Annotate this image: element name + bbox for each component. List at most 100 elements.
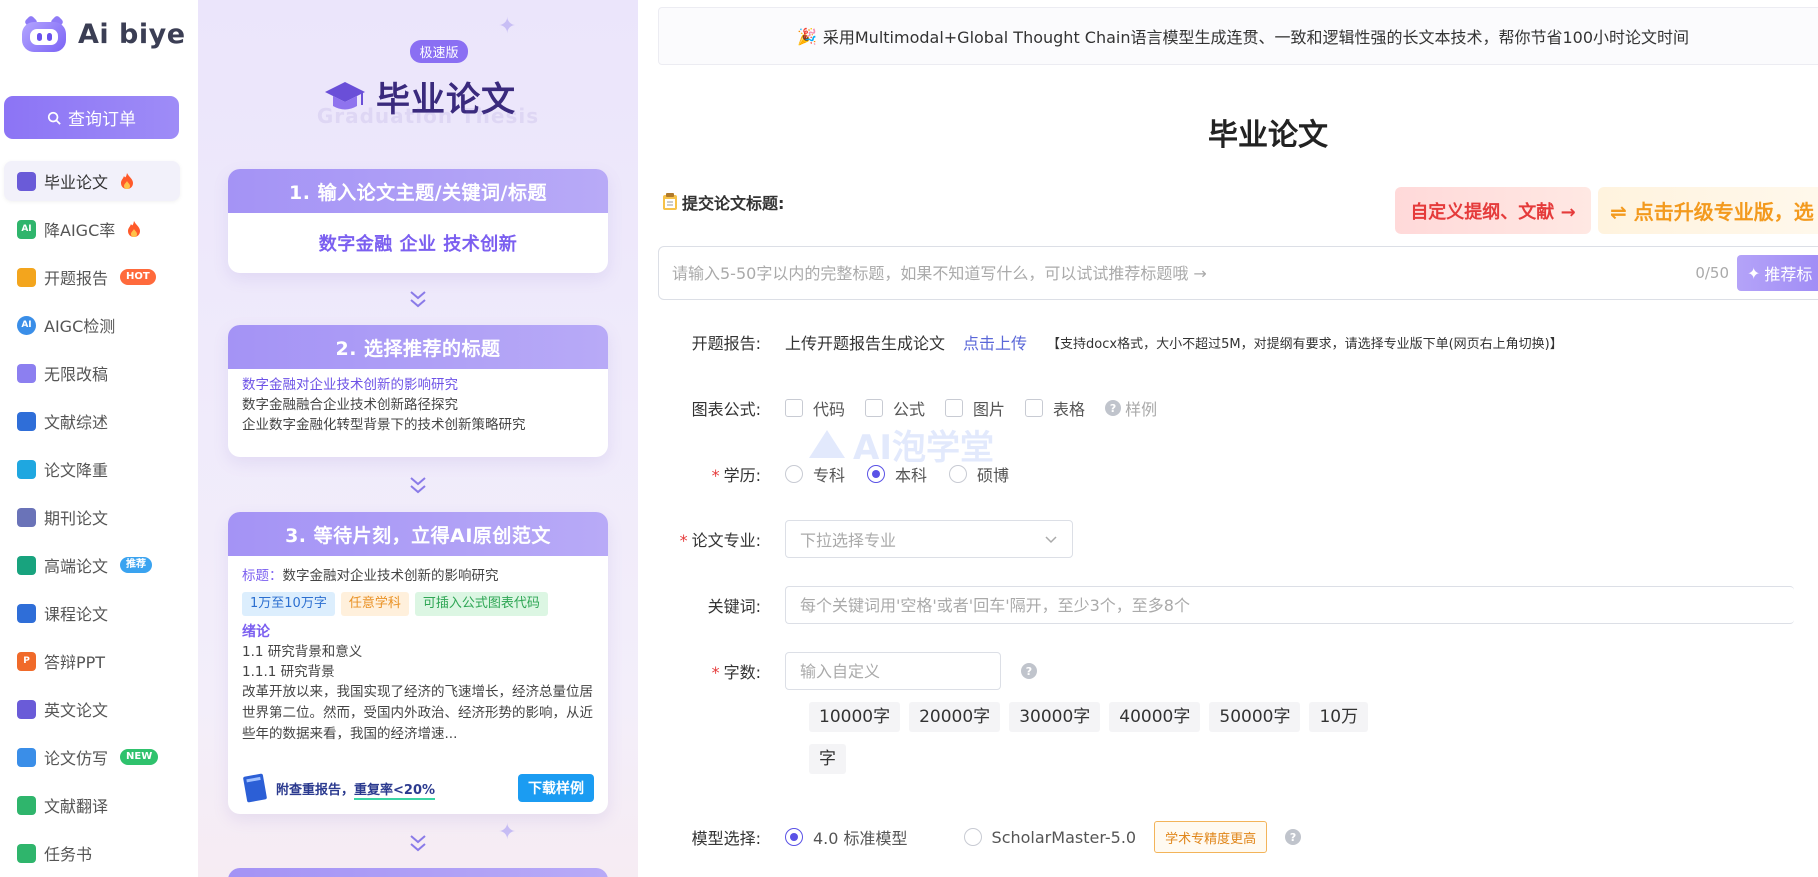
example-link[interactable]: ? 样例 <box>1105 396 1157 420</box>
graduation-cap-icon <box>17 699 36 719</box>
badge-new: NEW <box>120 749 159 765</box>
upgrade-pro-button[interactable]: ⇌ 点击升级专业版，选 <box>1598 187 1818 234</box>
sidebar-item-12[interactable]: 论文仿写 NEW <box>4 737 180 777</box>
sidebar-item-3[interactable]: AI AIGC检测 <box>4 305 180 345</box>
step-3-card: 3. 等待片刻，立得AI原创范文 标题：数字金融对企业技术创新的影响研究 1万至… <box>228 512 608 814</box>
checkbox-formula[interactable]: 公式 <box>865 396 925 420</box>
recommend-title-button[interactable]: ✦ 推荐标 <box>1737 255 1818 291</box>
sidebar-item-label: 论文仿写 <box>44 749 109 768</box>
sidebar-item-7[interactable]: 期刊论文 <box>4 497 180 537</box>
proposal-text: 上传开题报告生成论文 <box>785 334 946 353</box>
radio-bachelor[interactable]: 本科 <box>867 462 927 486</box>
banner-text: 采用Multimodal+Global Thought Chain语言模型生成连… <box>822 28 1690 47</box>
keywords-input[interactable] <box>800 595 1794 615</box>
radio-scholarmaster-model[interactable]: ScholarMaster-5.0 <box>963 828 1136 847</box>
sidebar-item-14[interactable]: 任务书 <box>4 833 180 873</box>
translate-icon <box>17 795 36 815</box>
question-icon[interactable]: ? <box>1021 663 1037 679</box>
word-count-option[interactable]: 10000字 <box>809 702 901 732</box>
word-count-input[interactable] <box>800 661 1000 681</box>
recommended-title: 数字金融对企业技术创新的影响研究 <box>242 377 458 393</box>
recommended-title: 数字金融融合企业技术创新路径探究 <box>242 397 458 413</box>
sidebar-item-13[interactable]: 文献翻译 <box>4 785 180 825</box>
report-icon <box>17 267 36 287</box>
step-3-heading: 3. 等待片刻，立得AI原创范文 <box>228 512 608 556</box>
sidebar-item-9[interactable]: 课程论文 <box>4 593 180 633</box>
sidebar-item-label: 答辩PPT <box>44 653 106 672</box>
brand-name: Ai biye <box>78 18 186 50</box>
radio-standard-model[interactable]: 4.0 标准模型 <box>785 825 908 849</box>
sample-footer: 附查重报告，重复率<20% 下载样例 <box>228 762 608 814</box>
sample-paragraph: 改革开放以来，我国实现了经济的飞速增长，经济总量位居世界第二位。然而，受国内外政… <box>242 684 593 742</box>
custom-outline-button[interactable]: 自定义提纲、文献 → <box>1395 187 1591 234</box>
sidebar-item-5[interactable]: 文献综述 <box>4 401 180 441</box>
question-icon: ? <box>1105 400 1122 416</box>
checkbox-image[interactable]: 图片 <box>945 396 1005 420</box>
word-count-option[interactable]: 20000字 <box>909 702 1001 732</box>
model-precision-tag: 学术专精度更高 <box>1154 821 1268 853</box>
sample-section: 绪论 <box>242 624 270 640</box>
word-count-label: * 字数: <box>711 663 761 682</box>
thesis-title-input[interactable] <box>672 263 1696 283</box>
sparkle-icon: ✦ <box>1747 263 1761 283</box>
title-char-counter: 0/50 <box>1695 264 1729 282</box>
speed-edition-tag: 极速版 <box>410 40 468 63</box>
figures-row: 图表公式: 代码 公式 图片 表格 ? 样例 <box>638 396 1157 420</box>
sidebar-item-10[interactable]: P 答辩PPT <box>4 641 180 681</box>
flame-icon <box>121 173 134 189</box>
thesis-form: 🎉 采用Multimodal+Global Thought Chain语言模型生… <box>638 0 1818 877</box>
sidebar-item-label: 论文降重 <box>44 461 109 480</box>
sidebar-item-11[interactable]: 英文论文 <box>4 689 180 729</box>
checkbox-code[interactable]: 代码 <box>785 396 845 420</box>
infinity-icon <box>17 363 36 383</box>
sidebar-item-label: 任务书 <box>44 845 93 864</box>
question-icon[interactable]: ? <box>1285 829 1302 845</box>
brand-logo[interactable]: Ai biye <box>18 14 186 54</box>
word-count-field <box>785 652 1001 690</box>
keywords-row: 关键词: <box>638 586 1794 624</box>
step-4-card <box>228 868 608 877</box>
sidebar-item-8[interactable]: 高端论文 推荐 <box>4 545 180 585</box>
major-row: * 论文专业: 下拉选择专业 <box>638 520 1073 558</box>
step-1-card: 1. 输入论文主题/关键词/标题 数字金融 企业 技术创新 <box>228 169 608 273</box>
sidebar-item-1[interactable]: AI 降AIGC率 <box>4 209 180 249</box>
sidebar-item-0[interactable]: 毕业论文 <box>4 161 180 201</box>
step-1-heading: 1. 输入论文主题/关键词/标题 <box>228 169 608 213</box>
keywords-label: 关键词: <box>707 597 761 616</box>
clipboard-icon <box>663 193 677 210</box>
major-select[interactable]: 下拉选择专业 <box>785 520 1073 558</box>
sidebar-item-2[interactable]: 开题报告 HOT <box>4 257 180 297</box>
upload-hint: 【支持docx格式，大小不超过5M，对提纲有要求，请选择专业版下单(网页右上角切… <box>1047 336 1563 352</box>
chevron-down-icon <box>1045 536 1057 544</box>
radio-junior-college[interactable]: 专科 <box>785 462 845 486</box>
sidebar-item-label: AIGC检测 <box>44 317 116 336</box>
sidebar-item-4[interactable]: 无限改稿 <box>4 353 180 393</box>
word-count-option[interactable]: 10万 <box>1309 702 1369 732</box>
recommended-title: 企业数字金融化转型背景下的技术创新策略研究 <box>242 417 526 433</box>
checkbox-table[interactable]: 表格 <box>1025 396 1085 420</box>
word-count-option[interactable]: 30000字 <box>1009 702 1101 732</box>
watermark-logo-icon <box>809 429 845 458</box>
sidebar-item-label: 开题报告 <box>44 269 109 288</box>
step-2-card: 2. 选择推荐的标题 数字金融对企业技术创新的影响研究 数字金融融合企业技术创新路… <box>228 325 608 457</box>
chip-insert-formula: 可插入公式图表代码 <box>414 592 548 616</box>
download-sample-button[interactable]: 下载样例 <box>518 774 594 802</box>
search-order-button[interactable]: 查询订单 <box>4 96 179 139</box>
radio-master-phd[interactable]: 硕博 <box>949 462 1009 486</box>
party-popper-icon: 🎉 <box>796 26 817 46</box>
sparkle-icon: ✦ <box>498 820 517 845</box>
report-book-icon <box>243 773 267 803</box>
word-count-option[interactable]: 40000字 <box>1109 702 1201 732</box>
upload-proposal-link[interactable]: 点击上传 <box>963 330 1027 354</box>
search-order-label: 查询订单 <box>68 110 136 130</box>
chart-down-icon <box>17 459 36 479</box>
sidebar-item-label: 高端论文 <box>44 557 109 576</box>
word-count-option[interactable]: 50000字 <box>1209 702 1301 732</box>
sidebar-item-6[interactable]: 论文降重 <box>4 449 180 489</box>
robot-logo-icon <box>18 14 70 54</box>
task-icon <box>17 843 36 863</box>
word-count-row: *字数: ? <box>638 652 1037 690</box>
word-count-option[interactable]: 字 <box>809 744 846 774</box>
major-label: * 论文专业: <box>679 531 761 550</box>
step-1-keywords: 数字金融 企业 技术创新 <box>318 234 518 255</box>
